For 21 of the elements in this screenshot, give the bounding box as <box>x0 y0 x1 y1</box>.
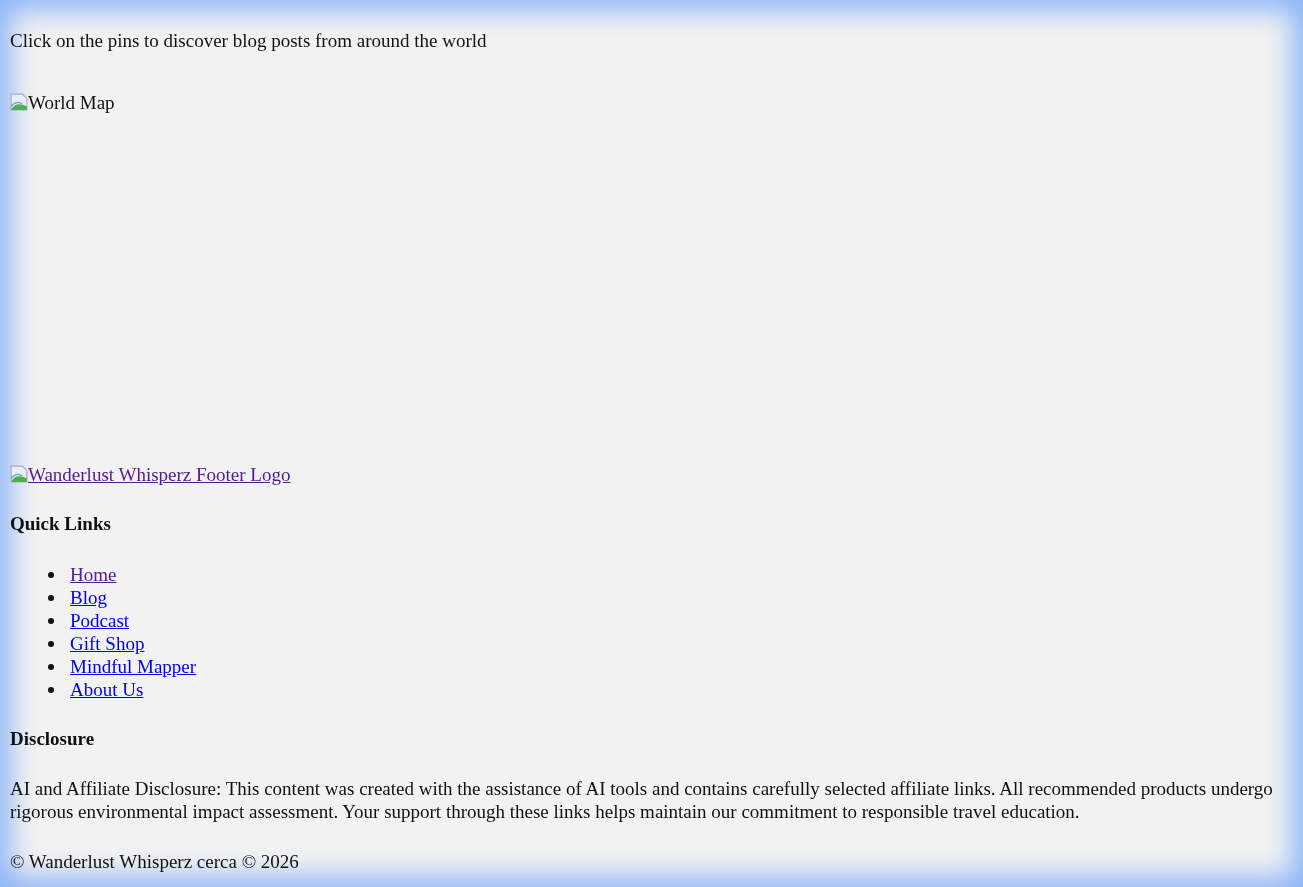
nav-link[interactable]: Mindful Mapper <box>70 655 197 678</box>
copyright-text: © Wanderlust Whisperz cerca © 2026 <box>10 850 300 873</box>
image-alt-text: World Map <box>28 92 115 114</box>
nav-link[interactable]: Blog <box>70 586 107 609</box>
bullet-icon <box>48 571 54 578</box>
footer-logo-link[interactable]: Wanderlust Whisperz Footer Logo <box>28 464 291 486</box>
broken-image-icon <box>10 465 28 483</box>
intro-text: Click on the pins to discover blog posts from around the world <box>10 30 488 52</box>
bullet-icon <box>48 594 54 601</box>
bullet-icon <box>48 663 54 670</box>
bullet-icon <box>48 686 54 693</box>
section-heading: Quick Links <box>10 513 112 535</box>
nav-link[interactable]: Podcast <box>70 609 130 632</box>
broken-image-icon <box>10 93 28 111</box>
nav-link[interactable]: About Us <box>70 678 144 701</box>
nav-link[interactable]: Home <box>70 563 117 586</box>
section-heading: Disclosure <box>10 728 96 750</box>
disclosure-text: AI and Affiliate Disclosure: This content was created with the assistance of AI tools and contains carefully selected affiliate links. All recommended products undergo rigorous environmental impact assessment. Your support through these links helps maintain our commitment to responsible travel education. <box>10 777 1274 823</box>
nav-link[interactable]: Gift Shop <box>70 632 145 655</box>
bullet-icon <box>48 617 54 624</box>
bullet-icon <box>48 640 54 647</box>
